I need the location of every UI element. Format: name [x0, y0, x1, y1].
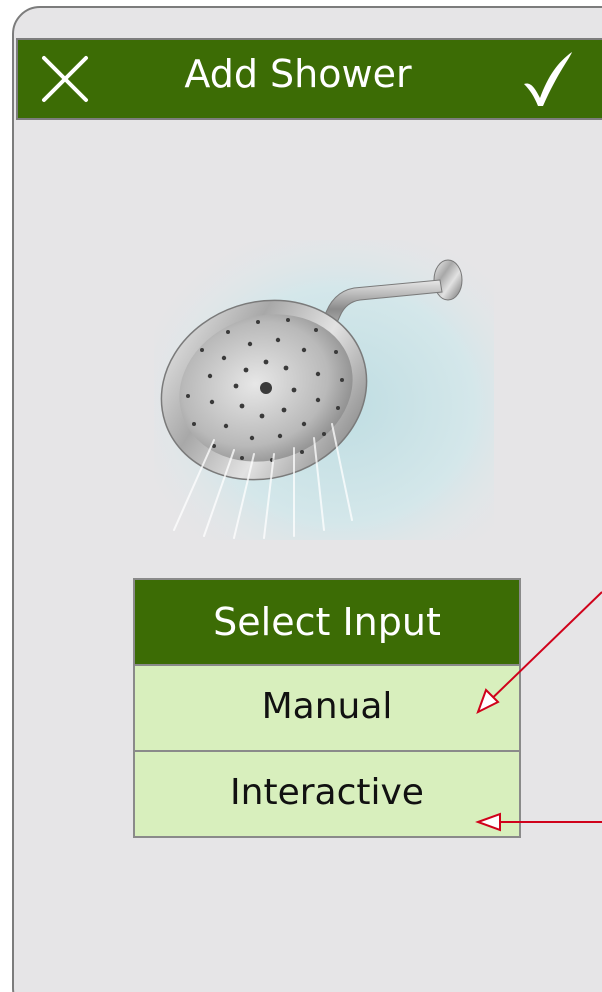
- close-x-icon: [42, 56, 88, 102]
- shower-head-image: [154, 240, 494, 540]
- menu-title: Select Input: [135, 580, 519, 666]
- phone-screen: Add Shower Select Input Manual Interacti…: [12, 6, 602, 992]
- option-interactive[interactable]: Interactive: [135, 750, 519, 836]
- select-input-menu: Select Input Manual Interactive: [133, 578, 521, 838]
- app-header: Add Shower: [16, 38, 602, 120]
- confirm-button[interactable]: [518, 48, 578, 110]
- page-title: Add Shower: [184, 52, 412, 96]
- mockup-canvas: Add Shower Select Input Manual Interacti…: [0, 0, 602, 992]
- checkmark-icon: [524, 52, 572, 106]
- option-manual[interactable]: Manual: [135, 666, 519, 750]
- close-button[interactable]: [38, 52, 94, 108]
